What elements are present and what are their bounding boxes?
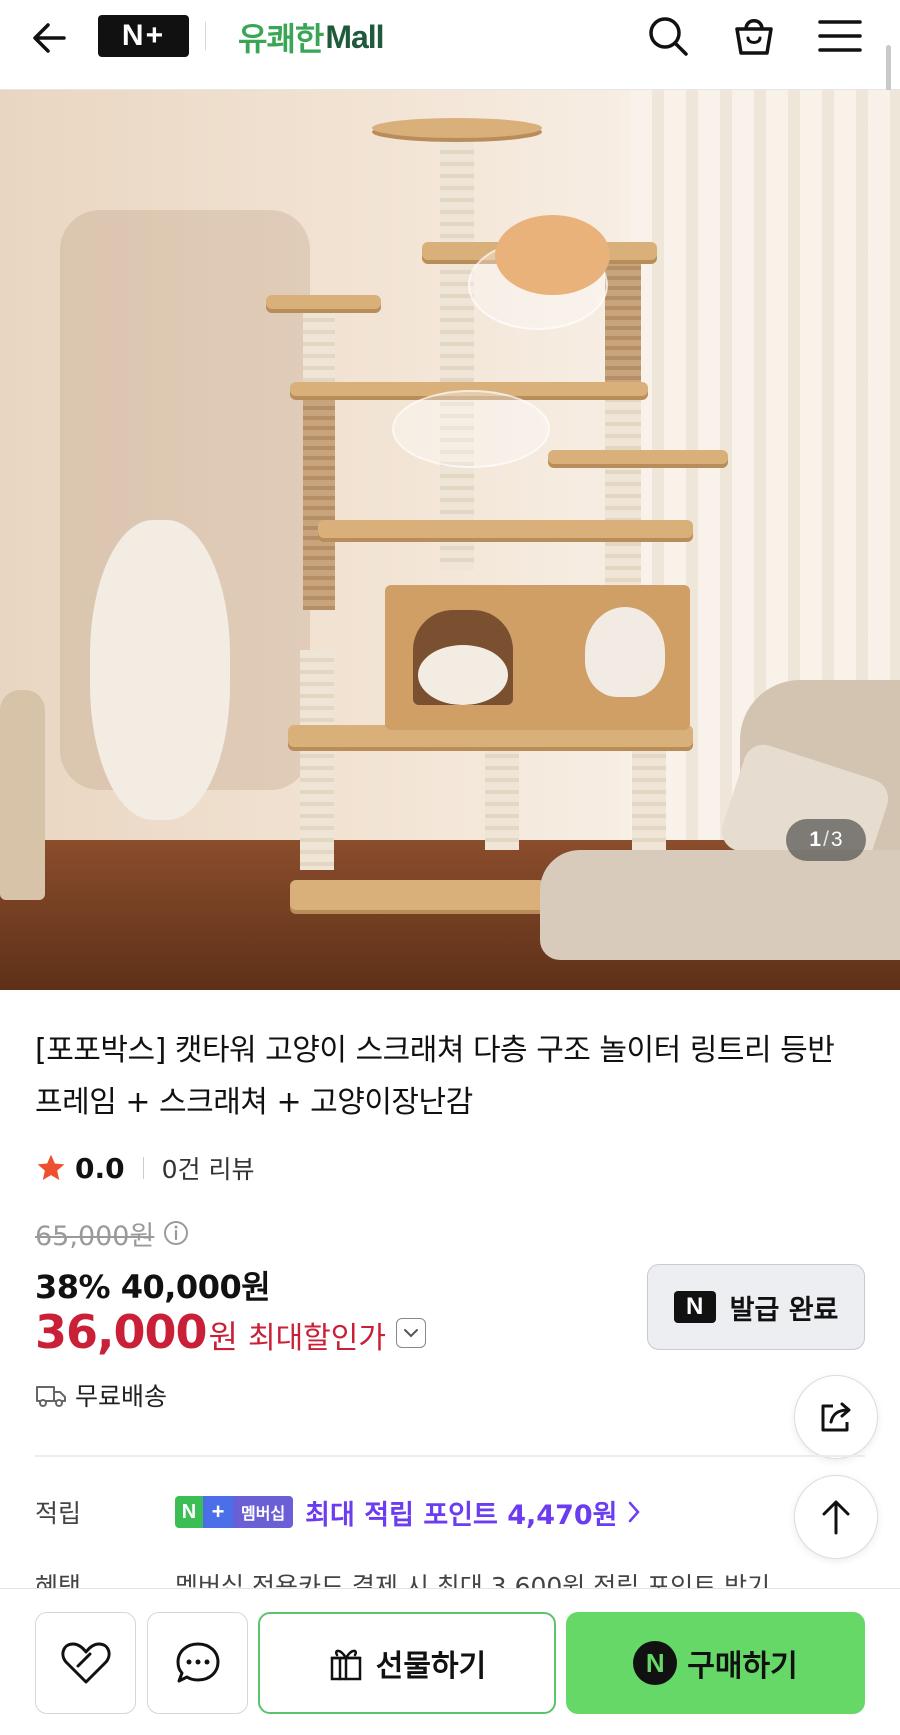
chat-bubble-icon [176,1642,219,1683]
rating-divider [142,1157,144,1179]
original-price: 65,000원 [35,1220,155,1252]
gift-label: 선물하기 [375,1649,487,1684]
top-platform [372,118,542,138]
scroll-to-top-button[interactable] [794,1475,878,1559]
chevron-down-icon[interactable] [395,1318,426,1348]
tower-post [440,130,474,570]
final-price: 36,000 [35,1305,208,1359]
image-counter-current: 1 [809,828,822,851]
tower-post [605,390,641,590]
membership-badge-plus: + [203,1496,233,1528]
scratch-post [303,390,335,610]
base-platform [290,880,545,910]
chevron-right-icon [628,1501,640,1523]
final-price-row[interactable]: 36,000 원 최대할인가 [35,1305,426,1361]
heart-icon [60,1642,111,1684]
buy-button[interactable]: N 구매하기 [566,1612,865,1714]
points-row[interactable]: 적립 N + 멤버십 최대 적립 포인트 4,470원 [35,1492,644,1532]
section-divider [35,1455,865,1457]
points-label: 적립 [35,1499,82,1528]
gift-icon [330,1649,362,1681]
image-counter: 1 / 3 [786,819,866,861]
coupon-label: 발급 완료 [729,1294,839,1326]
image-counter-separator: / [823,828,829,851]
platform [318,520,693,538]
original-price-row: 65,000원 [35,1216,190,1252]
glass-bowl [392,390,550,468]
buy-label: 구매하기 [687,1649,798,1684]
rating-score: 0.0 [75,1151,125,1185]
share-icon [821,1402,851,1432]
standing-cat [90,520,230,820]
search-icon[interactable] [644,12,692,60]
scratch-post [605,250,641,400]
mall-logo[interactable]: 유쾌한 Mall [238,16,385,58]
product-image-carousel[interactable]: 1 / 3 [0,90,900,990]
share-button[interactable] [794,1375,878,1459]
membership-badge: N + 멤버십 [175,1496,294,1528]
naver-n-icon: N [673,1291,716,1323]
sleeping-cat [418,645,508,705]
review-count-link[interactable]: 0건 리뷰 [162,1150,255,1186]
star-icon [37,1154,65,1180]
mall-logo-korean: 유쾌한 [238,21,324,57]
gift-button[interactable]: 선물하기 [258,1612,556,1714]
tower-post [300,650,334,870]
platform [266,295,381,309]
discount-price-line: 38% 40,000원 [35,1268,271,1306]
max-points-link[interactable]: 최대 적립 포인트 4,470원 [305,1493,617,1532]
coupon-issued-button[interactable]: N 발급 완료 [647,1264,865,1350]
truck-icon [36,1386,66,1407]
image-counter-total: 3 [830,828,843,851]
shipping-row: 무료배송 [35,1378,167,1412]
max-discount-label: 최대할인가 [247,1321,386,1356]
shopping-bag-icon[interactable] [730,12,778,60]
wishlist-button[interactable] [35,1612,136,1714]
info-icon[interactable] [162,1219,190,1247]
membership-badge-n: N [175,1496,203,1528]
rating-row[interactable]: 0.0 0건 리뷰 [35,1150,254,1186]
naver-pay-icon: N [633,1641,678,1685]
sofa-seat [540,850,900,960]
membership-badge-text: 멤버십 [233,1496,294,1528]
platform [548,450,728,464]
product-title: [포포박스] 캣타워 고양이 스크래쳐 다층 구조 놀이터 링트리 등반 프레임… [35,1033,835,1120]
shipping-text: 무료배송 [75,1382,168,1411]
back-arrow-icon[interactable] [28,16,72,60]
bottom-action-bar: 선물하기 N 구매하기 [0,1588,900,1735]
talk-button[interactable] [147,1612,248,1714]
header-divider [205,22,206,50]
arrow-up-icon [822,1500,850,1535]
naver-plus-logo[interactable]: N+ [98,15,189,57]
hamburger-menu-icon[interactable] [816,12,864,60]
top-header: N+ 유쾌한 Mall [0,0,900,90]
final-price-currency: 원 [208,1318,238,1356]
mall-logo-english: Mall [325,18,384,55]
orange-cat [495,215,610,295]
vase [0,690,45,900]
